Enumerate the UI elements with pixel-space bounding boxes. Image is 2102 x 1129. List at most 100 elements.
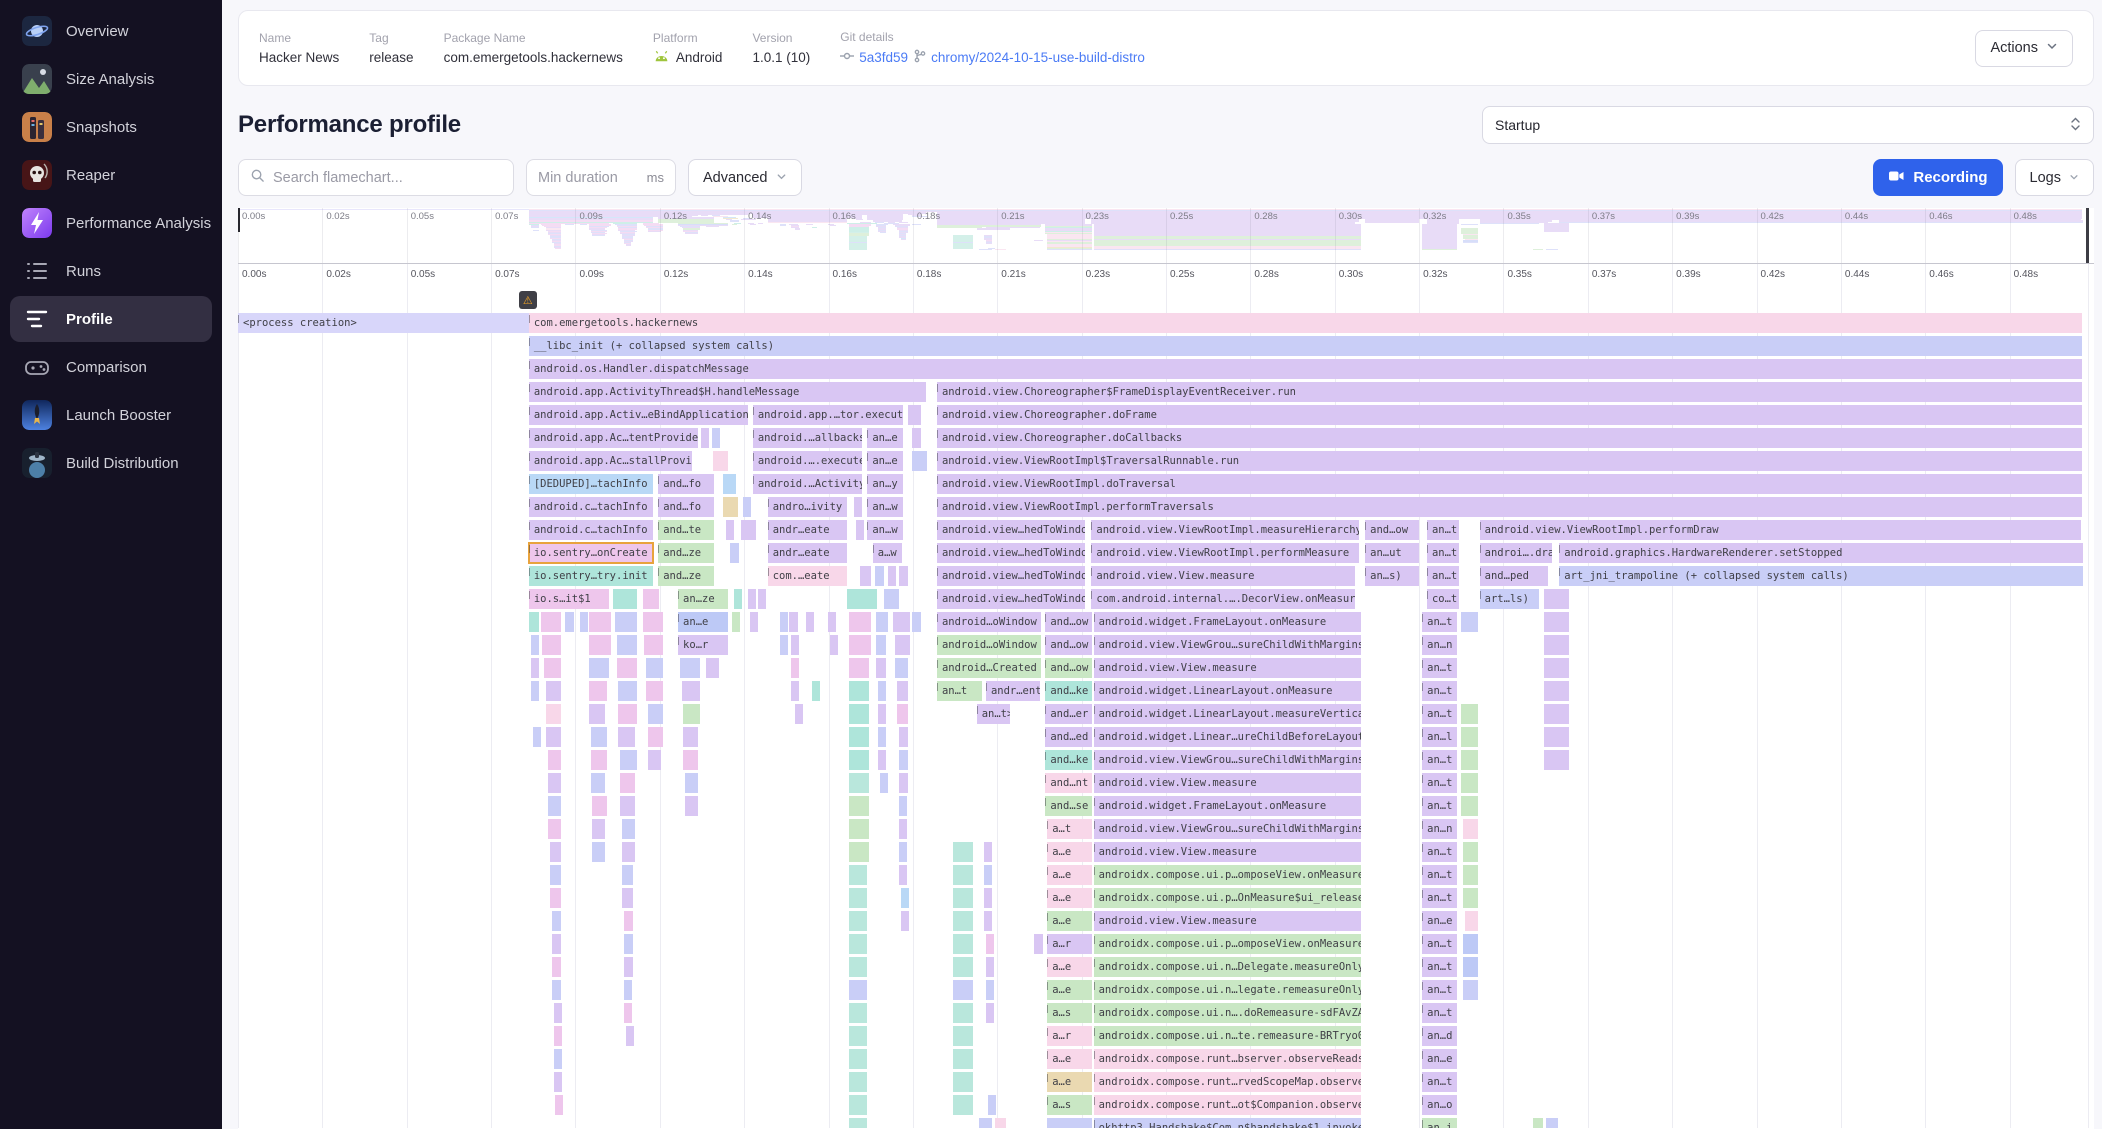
flame-segment[interactable]	[953, 934, 973, 954]
flame-segment[interactable]: android…oWindow	[937, 612, 1041, 632]
flame-segment[interactable]: androidx.compose.ui.n…legate.remeasureOn…	[1094, 980, 1361, 1000]
flame-segment[interactable]	[1533, 1118, 1542, 1128]
flame-segment[interactable]: android.…allbacks	[753, 428, 863, 448]
flame-segment[interactable]: android.c…tachInfo	[529, 497, 653, 517]
flame-segment[interactable]	[591, 773, 606, 793]
flame-segment[interactable]	[723, 497, 738, 517]
flame-segment[interactable]: [DEDUPED]…tachInfo	[529, 474, 653, 494]
flame-segment[interactable]	[953, 957, 973, 977]
flame-segment[interactable]	[1544, 658, 1568, 678]
flame-segment[interactable]	[1544, 612, 1568, 632]
flame-segment[interactable]: a…r	[1047, 934, 1092, 954]
flame-segment[interactable]: a…r	[1047, 1026, 1092, 1046]
flame-segment[interactable]: a…t	[1047, 819, 1092, 839]
flame-segment[interactable]	[979, 1118, 992, 1128]
flame-segment[interactable]	[897, 704, 908, 724]
flame-segment[interactable]	[591, 727, 608, 747]
flame-segment[interactable]	[912, 428, 921, 448]
flame-segment[interactable]	[897, 681, 908, 701]
flame-segment[interactable]	[548, 773, 561, 793]
flame-segment[interactable]: an…t	[1422, 1072, 1457, 1092]
flame-segment[interactable]	[953, 911, 973, 931]
flame-segment[interactable]	[542, 635, 561, 655]
flame-segment[interactable]	[828, 612, 836, 632]
flame-segment[interactable]: androidx.compose.ui.n…Delegate.measureOn…	[1094, 957, 1361, 977]
flame-segment[interactable]: an…e	[1422, 1049, 1457, 1069]
flame-segment[interactable]: android.view.View.measure	[1094, 911, 1361, 931]
flame-segment[interactable]	[849, 1049, 868, 1069]
flame-segment[interactable]	[531, 681, 539, 701]
flame-segment[interactable]	[732, 612, 740, 632]
flame-segment[interactable]: androi….draw	[1480, 543, 1552, 563]
flame-segment[interactable]: an…y	[867, 474, 902, 494]
flame-segment[interactable]: android.widget.Linear…ureChildBeforeLayo…	[1094, 727, 1361, 747]
flame-segment[interactable]: android.view.ViewGrou…sureChildWithMargi…	[1094, 819, 1361, 839]
flame-segment[interactable]: android…Created	[937, 658, 1041, 678]
flame-segment[interactable]	[1544, 704, 1568, 724]
flame-segment[interactable]	[624, 1003, 632, 1023]
flame-segment[interactable]	[849, 842, 869, 862]
flame-segment[interactable]	[912, 612, 921, 632]
flame-segment[interactable]: an…ut	[1365, 543, 1419, 563]
flame-segment[interactable]: android.app.…tor.execute	[753, 405, 903, 425]
flame-segment[interactable]	[548, 750, 561, 770]
flame-segment[interactable]	[849, 612, 871, 632]
flame-segment[interactable]	[849, 980, 868, 1000]
flame-segment[interactable]: an…t	[1422, 842, 1457, 862]
flame-segment[interactable]	[878, 750, 886, 770]
flame-segment[interactable]: com.android.internal.….DecorView.onMeasu…	[1091, 589, 1355, 609]
flame-segment[interactable]	[648, 727, 663, 747]
flame-segment[interactable]	[1461, 773, 1478, 793]
flame-segment[interactable]: android.view.ViewRootImpl.performTravers…	[937, 497, 2082, 517]
flame-segment[interactable]: an…e	[867, 428, 902, 448]
flame-segment[interactable]	[554, 1026, 562, 1046]
flame-segment[interactable]	[888, 566, 896, 586]
flame-segment[interactable]: a…w	[873, 543, 903, 563]
flame-segment[interactable]: an…t	[1427, 520, 1459, 540]
sidebar-item-build-distribution[interactable]: Build Distribution	[10, 440, 212, 486]
flame-segment[interactable]	[878, 727, 886, 747]
flame-segment[interactable]: androidx.compose.runt…ot$Companion.obser…	[1094, 1095, 1361, 1115]
flame-segment[interactable]	[550, 888, 561, 908]
flame-segment[interactable]: and…ke	[1045, 750, 1091, 770]
flame-segment[interactable]: and…fo	[658, 497, 714, 517]
flame-segment[interactable]	[849, 865, 868, 885]
profile-selector[interactable]: Startup	[1482, 106, 2094, 144]
flame-segment[interactable]: an…t	[1422, 888, 1457, 908]
flame-segment[interactable]	[589, 612, 611, 632]
flame-segment[interactable]	[544, 658, 561, 678]
flame-segment[interactable]: io.sentry…onCreate	[529, 543, 653, 563]
flame-segment[interactable]: an…t	[1427, 543, 1459, 563]
flame-segment[interactable]: and…er	[1045, 704, 1091, 724]
flame-segment[interactable]	[791, 681, 799, 701]
flame-segment[interactable]	[986, 957, 994, 977]
flame-segment[interactable]: a…e	[1047, 1049, 1092, 1069]
flame-segment[interactable]	[849, 796, 869, 816]
flame-segment[interactable]: and…fo	[658, 474, 714, 494]
git-commit-link[interactable]: 5a3fd59	[840, 50, 908, 65]
flame-segment[interactable]	[953, 865, 973, 885]
flame-segment[interactable]	[1463, 934, 1478, 954]
flame-segment[interactable]: android.widget.LinearLayout.onMeasure	[1094, 681, 1361, 701]
flame-segment[interactable]	[554, 1072, 562, 1092]
flame-segment[interactable]: a…e	[1047, 911, 1092, 931]
flame-segment[interactable]: an…e	[678, 612, 728, 632]
flame-segment[interactable]: an…t	[937, 681, 982, 701]
flame-segment[interactable]: an…l	[1422, 727, 1457, 747]
flame-segment[interactable]	[1544, 589, 1568, 609]
flame-segment[interactable]	[624, 934, 633, 954]
flame-segment[interactable]	[1544, 727, 1568, 747]
flame-segment[interactable]	[875, 566, 884, 586]
flame-segment[interactable]: and…ow	[1045, 635, 1091, 655]
flame-segment[interactable]	[648, 750, 661, 770]
flame-segment[interactable]	[1544, 681, 1568, 701]
flame-segment[interactable]: android.c…tachInfo	[529, 520, 653, 540]
flame-segment[interactable]: and…ow	[1045, 612, 1091, 632]
flame-segment[interactable]: __libc_init (+ collapsed system calls)	[529, 336, 2082, 356]
flame-segment[interactable]: android.view.View.measure	[1094, 842, 1361, 862]
flame-segment[interactable]: android.view.View.measure	[1091, 566, 1355, 586]
flame-segment[interactable]	[726, 520, 734, 540]
flame-segment[interactable]	[878, 704, 886, 724]
flame-segment[interactable]	[552, 911, 561, 931]
flame-segment[interactable]	[893, 612, 910, 632]
